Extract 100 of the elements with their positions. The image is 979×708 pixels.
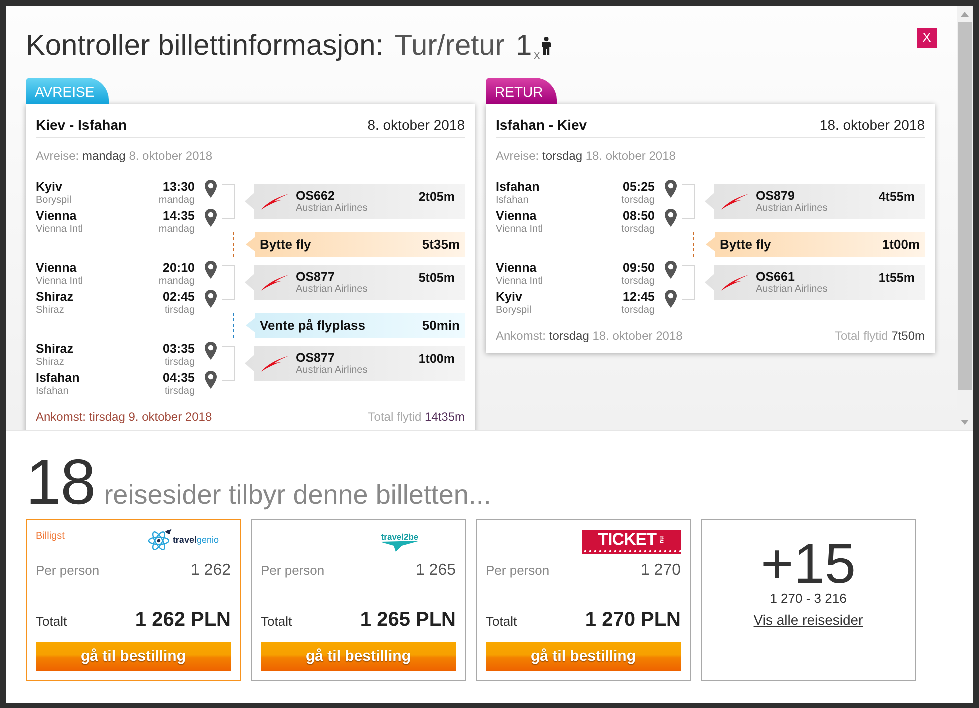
flight-time: 09:50 (623, 261, 655, 276)
per-person-price: 1 270 (640, 562, 681, 580)
total-price: 1 270 PLN (585, 609, 681, 631)
city-name: Isfahan (36, 371, 80, 386)
airport-name: Shiraz (36, 357, 64, 369)
map-pin-icon (205, 261, 217, 279)
price-range: 1 270 - 3 216 (770, 591, 847, 607)
map-pin-icon (665, 209, 677, 227)
city-name: Shiraz (36, 290, 74, 305)
airport-name: Vienna Intl (496, 276, 544, 288)
leg-bracket (222, 184, 235, 219)
total-label: Totalt (261, 613, 292, 631)
city-name: Vienna (496, 261, 537, 276)
booking-button[interactable]: gå til bestilling (261, 642, 456, 671)
map-pin-icon (205, 180, 217, 198)
total-label: Totalt (36, 613, 68, 631)
flight-time: 12:45 (623, 290, 655, 305)
flight-number: OS661 (756, 270, 795, 284)
flight-duration: 4t55m (878, 190, 915, 204)
flight-time: 04:35 (163, 371, 195, 386)
travel-date: 8. oktober 2018 (368, 116, 465, 134)
city-name: Vienna (496, 209, 537, 224)
map-pin-icon (205, 209, 217, 227)
city-name: Vienna (36, 261, 77, 276)
departure-date: Avreise: mandag 8. oktober 2018 (36, 149, 214, 163)
scroll-down-icon[interactable] (961, 420, 969, 425)
arrival-date: Ankomst: tirsdag 9. oktober 2018 (36, 410, 212, 424)
flight-duration: 2t05m (418, 190, 455, 204)
layover-duration: 1t00m (882, 237, 920, 252)
total-price: 1 262 PLN (135, 609, 231, 631)
per-person-price: 1 265 (416, 562, 456, 580)
swoosh-logo-icon (721, 274, 749, 290)
site-count: 18 (26, 450, 96, 514)
layover-duration: 5t35m (422, 237, 460, 252)
flight-time: 03:35 (163, 342, 195, 357)
all-sites-link[interactable]: Vis alle reisesider (754, 612, 864, 628)
airline-name: Austrian Airlines (756, 284, 828, 296)
flight-duration: 1t00m (418, 352, 455, 366)
travel-date: 18. oktober 2018 (820, 116, 925, 134)
dialog-title: Kontroller billettinformasjon: (26, 30, 384, 62)
total-flight-time: Total flytid 14t35m (368, 410, 465, 424)
airline-name: Austrian Airlines (296, 202, 368, 214)
paper-plane-icon (380, 541, 420, 552)
per-person-label: Per person (36, 562, 100, 580)
booking-button[interactable]: gå til bestilling (36, 642, 231, 671)
route-title: Isfahan - Kiev (496, 116, 588, 134)
atom-icon (148, 529, 172, 551)
per-person-price: 1 262 (190, 562, 231, 580)
weekday: mandag (158, 276, 195, 288)
logo-text: travelgenio (172, 535, 219, 545)
airport-name: Boryspil (496, 305, 532, 317)
airline-name: Austrian Airlines (296, 364, 368, 376)
scroll-up-icon[interactable] (961, 12, 969, 17)
leg-bracket (222, 265, 235, 300)
city-name: Isfahan (496, 180, 540, 195)
flight-time: 14:35 (163, 209, 195, 224)
leg-bracket (222, 346, 235, 381)
dashed-connector (233, 232, 234, 257)
layover-label: Bytte fly (720, 237, 772, 252)
logo-text: travel2be (381, 532, 419, 542)
swoosh-logo-icon (261, 274, 289, 290)
city-name: Shiraz (36, 342, 74, 357)
total-flight-time: Total flytid 7t50m (834, 329, 925, 343)
passenger-count: 1$_{x}$ (516, 30, 540, 62)
airport-name: Isfahan (496, 195, 529, 207)
layover-label: Bytte fly (260, 237, 312, 252)
weekday: torsdag (622, 276, 655, 288)
weekday: torsdag (622, 224, 655, 236)
map-pin-icon (205, 342, 217, 360)
flight-time: 20:10 (163, 261, 195, 276)
layover-duration: 50min (422, 318, 460, 333)
weekday: torsdag (622, 195, 655, 207)
airport-name: Vienna Intl (36, 224, 84, 236)
journey-label: AVREISE (26, 78, 109, 104)
per-person-label: Per person (486, 562, 550, 580)
arrival-date: Ankomst: torsdag 18. oktober 2018 (496, 329, 683, 343)
journey-label: RETUR (486, 78, 558, 104)
airport-name: Vienna Intl (36, 276, 84, 288)
flight-number: OS879 (756, 188, 795, 202)
flight-number: OS877 (296, 270, 335, 284)
flight-time: 08:50 (623, 209, 655, 224)
city-name: Vienna (36, 209, 77, 224)
booking-button[interactable]: gå til bestilling (486, 642, 681, 671)
swoosh-logo-icon (721, 194, 749, 210)
route-title: Kiev - Isfahan (36, 116, 128, 134)
flight-duration: 1t55m (878, 271, 915, 285)
airport-name: Shiraz (36, 305, 64, 317)
airport-name: Vienna Intl (496, 224, 544, 236)
weekday: tirsdag (164, 305, 195, 317)
total-price: 1 265 PLN (360, 609, 456, 631)
offers-heading: reisesider tilbyr denne billetten... (104, 480, 492, 511)
close-button[interactable]: X (917, 28, 937, 48)
more-count: +15 (761, 536, 856, 592)
scrollbar-thumb[interactable] (958, 22, 972, 390)
swoosh-logo-icon (261, 356, 289, 372)
swoosh-logo-icon (261, 194, 289, 210)
airport-name: Isfahan (36, 386, 69, 398)
flight-number: OS877 (296, 350, 335, 364)
flight-duration: 5t05m (418, 271, 455, 285)
weekday: mandag (158, 224, 195, 236)
